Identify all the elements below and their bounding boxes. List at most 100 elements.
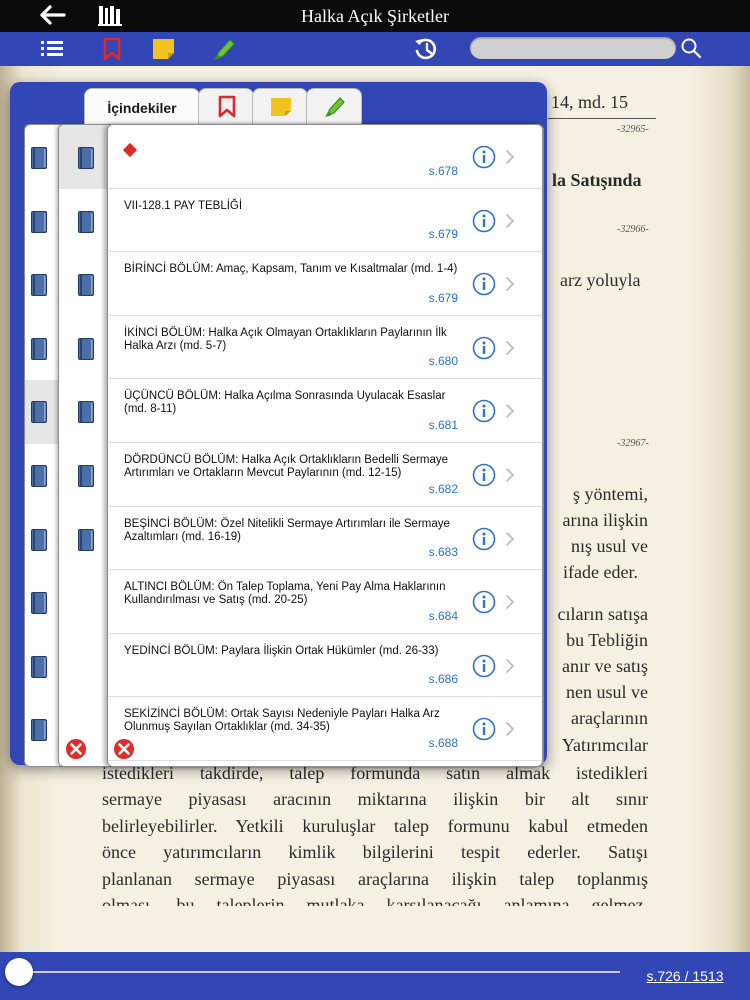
toc-title: ÜÇÜNCÜ BÖLÜM: Halka Açılma Sonrasında Uy… — [124, 390, 446, 416]
chevron-right-icon[interactable] — [505, 150, 515, 164]
toc-page-number: s.688 — [428, 735, 458, 750]
chevron-right-icon[interactable] — [505, 595, 515, 610]
toc-row[interactable]: ÜÇÜNCÜ BÖLÜM: Halka Açılma Sonrasında Uy… — [108, 379, 542, 443]
chevron-right-icon[interactable] — [505, 658, 515, 673]
toc-page-number: s.683 — [428, 545, 458, 560]
menu-icon[interactable] — [38, 36, 66, 62]
info-icon[interactable] — [472, 145, 496, 169]
toc-popover: İçindekiler s.678 VII-128.1 PAY TEBLİĞİ … — [10, 82, 547, 767]
chevron-right-icon[interactable] — [505, 277, 515, 292]
text-fragment: cıların satışa — [557, 604, 648, 624]
toc-row[interactable]: VII-128.1 PAY TEBLİĞİ s.679 — [108, 189, 542, 253]
book-icon — [78, 210, 94, 233]
toc-page-number: s.682 — [428, 481, 458, 496]
section-heading: . 14, md. 15 — [542, 92, 629, 112]
text-fragment: anır ve satış — [562, 656, 648, 676]
toc-level-3: s.678 VII-128.1 PAY TEBLİĞİ s.679 BİRİNCİ B… — [107, 124, 543, 767]
toc-page-number: s.686 — [428, 672, 458, 687]
info-icon[interactable] — [472, 209, 496, 233]
chevron-right-icon[interactable] — [505, 722, 515, 737]
info-icon[interactable] — [472, 399, 496, 423]
toc-row[interactable]: BİRİNCİ BÖLÜM: Amaç, Kapsam, Tanım ve Kı… — [108, 252, 542, 316]
info-icon[interactable] — [472, 654, 496, 678]
text-line: sermaye piyasası aracının miktarına iliş… — [102, 789, 648, 810]
text-line: planlanan sermaye piyasası araçlarına il… — [102, 868, 648, 889]
text-line: arz yoluyla — [560, 270, 641, 290]
toolbar — [0, 32, 750, 66]
bookmark-icon — [218, 95, 236, 118]
toc-row[interactable]: SEKİZİNCİ BÖLÜM: Ortak Sayısı Nedeniyle … — [108, 697, 542, 761]
toc-row[interactable]: BEŞİNCİ BÖLÜM: Özel Nitelikli Sermaye Ar… — [108, 507, 542, 571]
info-icon[interactable] — [472, 336, 496, 360]
tab-contents[interactable]: İçindekiler — [84, 88, 200, 124]
text-line: olması, bu taleplerin mutlaka karşılanac… — [102, 894, 648, 906]
book-icon — [78, 337, 94, 360]
page-slider-track[interactable] — [18, 971, 620, 973]
chevron-right-icon[interactable] — [505, 468, 515, 482]
book-icon — [31, 719, 47, 742]
book-icon — [31, 147, 47, 169]
toc-page-number: s.679 — [428, 290, 458, 305]
chevron-right-icon[interactable] — [505, 404, 515, 419]
highlighter-icon[interactable] — [210, 36, 238, 62]
chevron-right-icon[interactable] — [505, 213, 515, 228]
info-icon[interactable] — [472, 527, 496, 551]
note-icon[interactable] — [150, 36, 178, 62]
text-fragment: ifade eder. — [563, 562, 638, 582]
book-icon — [31, 401, 47, 424]
note-icon — [271, 98, 291, 116]
page-slider-thumb[interactable] — [5, 958, 33, 986]
highlighter-icon — [325, 97, 345, 117]
toc-title: İKİNCİ BÖLÜM: Halka Açık Olmayan Ortaklı… — [124, 326, 447, 352]
tab-notes[interactable] — [252, 88, 308, 124]
toc-row[interactable]: ALTINCI BÖLÜM: Ön Talep Toplama, Yeni Pa… — [108, 570, 542, 634]
history-icon[interactable] — [412, 36, 440, 62]
text-line: önce yatırımcıların kimlik bilgilerini t… — [102, 842, 648, 863]
book-icon — [31, 655, 47, 678]
toc-row[interactable]: YEDİNCİ BÖLÜM: Paylara İlişkin Ortak Hük… — [108, 634, 542, 698]
tab-highlights[interactable] — [306, 88, 362, 124]
book-icon — [31, 465, 47, 487]
toc-page-number: s.679 — [428, 227, 458, 242]
search-input[interactable] — [470, 37, 676, 59]
toc-page-number: s.681 — [428, 417, 458, 432]
info-icon[interactable] — [472, 272, 496, 296]
book-icon — [31, 528, 47, 551]
book-icon — [78, 274, 94, 297]
chevron-right-icon[interactable] — [505, 531, 515, 546]
toc-title: ALTINCI BÖLÜM: Ön Talep Toplama, Yeni Pa… — [124, 581, 446, 607]
toc-row[interactable]: İKİNCİ BÖLÜM: Halka Açık Olmayan Ortaklı… — [108, 316, 542, 380]
section-heading: la Satışında — [552, 170, 642, 190]
chevron-right-icon[interactable] — [505, 340, 515, 355]
toc-title: BEŞİNCİ BÖLÜM: Özel Nitelikli Sermaye Ar… — [124, 517, 450, 543]
book-icon — [78, 401, 94, 424]
bookmark-icon[interactable] — [98, 36, 126, 62]
toc-row[interactable]: DÖRDÜNCÜ BÖLÜM: Halka Açık Ortaklıkların… — [108, 443, 542, 507]
info-icon[interactable] — [472, 590, 496, 614]
toc-title: SEKİZİNCİ BÖLÜM: Ortak Sayısı Nedeniyle … — [124, 708, 440, 734]
search-icon[interactable] — [680, 37, 702, 59]
page-indicator[interactable]: s.726 / 1513 — [640, 968, 730, 984]
info-icon[interactable] — [472, 463, 496, 487]
text-line: belirleyebilirler. Yetkili kuruluşlar ta… — [102, 815, 648, 836]
app-title: Halka Açık Şirketler — [301, 6, 449, 26]
text-fragment: nış usul ve — [570, 536, 648, 556]
toc-page-number: s.684 — [428, 608, 458, 623]
paragraph-number: -32966- — [617, 224, 649, 235]
book-icon — [31, 274, 47, 297]
paragraph-number: -32965- — [617, 124, 649, 135]
toc-page-number: s.678 — [428, 163, 458, 178]
book-icon — [31, 210, 47, 233]
close-icon[interactable] — [63, 736, 89, 762]
tab-bookmarks[interactable] — [198, 88, 254, 124]
book-icon — [78, 465, 94, 487]
toc-title: DÖRDÜNCÜ BÖLÜM: Halka Açık Ortaklıkların… — [124, 454, 448, 479]
info-icon[interactable] — [472, 717, 496, 741]
diamond-icon — [122, 142, 138, 158]
close-icon[interactable] — [111, 736, 137, 762]
toc-title: BİRİNCİ BÖLÜM: Amaç, Kapsam, Tanım ve Kı… — [124, 263, 458, 276]
toc-row[interactable]: s.678 — [108, 125, 542, 189]
book-icon — [31, 337, 47, 360]
heading-rule — [548, 118, 656, 119]
text-fragment: Yatırımcılar — [561, 735, 648, 755]
